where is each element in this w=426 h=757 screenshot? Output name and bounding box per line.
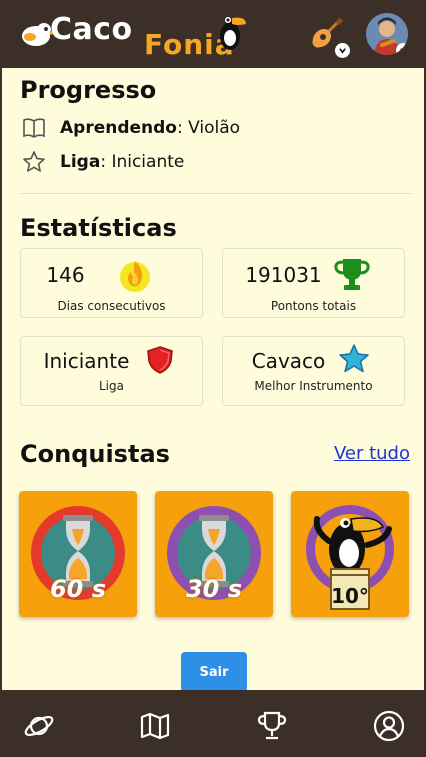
progress-title: Progresso <box>20 76 157 104</box>
trophy-icon <box>334 259 370 290</box>
planet-icon <box>24 716 54 736</box>
learning-row: Aprendendo : Violão <box>22 117 240 139</box>
stats-title: Estatísticas <box>20 214 177 242</box>
achievement-badge-30s[interactable]: 30 s <box>155 491 273 617</box>
league-value: : Iniciante <box>100 152 185 172</box>
chevron-down-icon <box>335 43 350 58</box>
chevron-down-icon <box>396 43 408 55</box>
map-icon <box>140 712 170 740</box>
badge-label: 60 s <box>49 575 107 603</box>
learning-value: : Violão <box>177 118 241 138</box>
achievement-badge-10th[interactable]: 10° <box>291 491 409 617</box>
instrument-selector[interactable] <box>305 13 350 58</box>
see-all-link[interactable]: Ver tudo <box>334 443 410 464</box>
stat-card-league: Iniciante Liga <box>20 336 203 406</box>
stat-card-streak: 146 Dias consecutivos <box>20 248 203 318</box>
stat-card-instrument: Cavaco Melhor Instrumento <box>222 336 405 406</box>
stat-label: Liga <box>99 379 124 393</box>
badge-label: 30 s <box>185 575 243 603</box>
star-outline-icon <box>23 151 45 172</box>
achievement-badge-60s[interactable]: 60 s <box>19 491 137 617</box>
toucan-logo-icon <box>220 17 246 50</box>
divider <box>20 193 412 194</box>
achievements-title: Conquistas <box>20 440 170 468</box>
user-avatar[interactable] <box>366 13 408 55</box>
learning-label: Aprendendo <box>60 118 177 138</box>
stat-label: Melhor Instrumento <box>254 379 373 393</box>
trophy-icon <box>257 711 287 740</box>
league-label: Liga <box>60 152 101 172</box>
shield-icon <box>147 346 173 374</box>
stat-card-points: 191031 Pontons totais <box>222 248 405 318</box>
star-icon <box>339 344 369 373</box>
league-row: Liga : Iniciante <box>22 150 184 174</box>
nav-map[interactable] <box>138 709 172 743</box>
logo-text-caco: Caco <box>50 12 133 47</box>
badge-label: 10° <box>331 584 369 608</box>
profile-icon <box>373 710 405 742</box>
bottom-nav <box>0 690 426 757</box>
top-bar: Caco Fonia <box>0 0 426 68</box>
nav-planet[interactable] <box>22 709 56 743</box>
stat-label: Dias consecutivos <box>57 299 166 313</box>
fire-icon <box>120 261 150 292</box>
app-logo[interactable]: Caco Fonia <box>16 6 246 62</box>
stat-label: Pontons totais <box>270 299 357 313</box>
nav-trophy[interactable] <box>255 709 289 743</box>
book-icon <box>23 118 45 138</box>
logout-button[interactable]: Sair <box>181 652 247 692</box>
nav-profile[interactable] <box>372 709 406 743</box>
